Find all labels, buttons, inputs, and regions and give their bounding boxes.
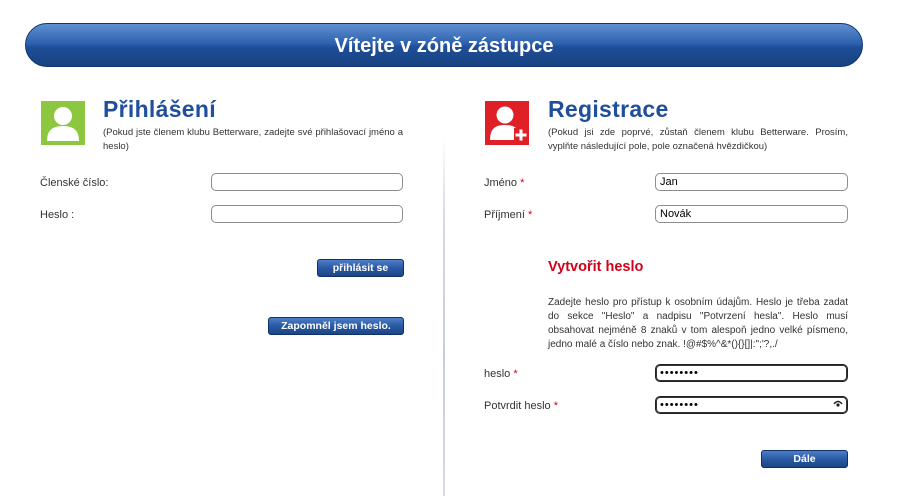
confirm-password-label: Potvrdit heslo * [484,400,558,412]
required-mark: * [513,368,518,380]
first-name-input[interactable] [655,173,848,191]
password-requirements-text: Zadejte heslo pro přístup k osobním údaj… [548,297,848,350]
register-heading: Registrace [548,96,669,122]
password-label-text: heslo [484,368,511,380]
create-password-heading: Vytvořit heslo [548,259,644,275]
login-password-input[interactable] [211,205,403,223]
required-mark: * [528,209,533,221]
user-icon [41,101,85,145]
confirm-password-label-text: Potvrdit heslo [484,400,551,412]
login-button[interactable]: přihlásit se [317,259,404,277]
forgot-password-button[interactable]: Zapomněl jsem heslo. [268,317,404,335]
login-heading: Přihlášení [103,96,216,122]
last-name-input[interactable] [655,205,848,223]
login-intro: (Pokud jste členem klubu Betterware, zad… [103,127,403,152]
last-name-label-text: Příjmení [484,209,525,221]
password-input[interactable] [655,364,848,382]
last-name-label: Příjmení * [484,209,532,221]
welcome-banner: Vítejte v zóně zástupce [25,23,863,67]
banner-title: Vítejte v zóně zástupce [334,35,554,57]
login-password-label: Heslo : [40,209,75,221]
register-intro: (Pokud jsi zde poprvé, zůstaň členem klu… [548,127,848,152]
first-name-label-text: Jméno [484,177,518,189]
first-name-label: Jméno * [484,177,524,189]
show-password-icon[interactable] [833,398,843,413]
confirm-password-input[interactable] [655,396,848,414]
member-number-label: Členské číslo: [40,177,109,189]
password-label: heslo * [484,368,518,380]
required-mark: * [553,400,558,412]
section-divider [443,138,445,496]
member-number-input[interactable] [211,173,403,191]
next-button[interactable]: Dále [761,450,848,468]
user-add-icon [485,101,529,145]
required-mark: * [520,177,525,189]
